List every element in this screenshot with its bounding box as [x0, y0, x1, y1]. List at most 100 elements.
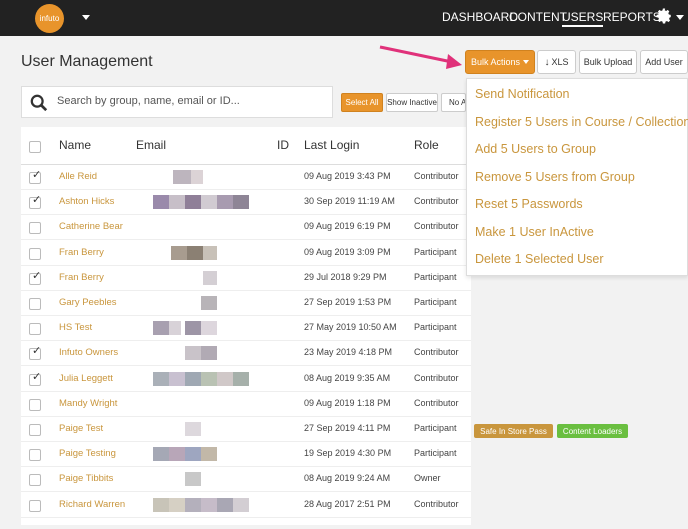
- user-name-link[interactable]: Catherine Bear: [59, 221, 123, 232]
- row-checkbox[interactable]: [29, 474, 41, 487]
- redaction-block: [169, 195, 185, 210]
- user-name-link[interactable]: Ashton Hicks: [59, 196, 114, 207]
- nav-dashboard[interactable]: DASHBOARD: [442, 10, 518, 24]
- settings-chevron-down-icon[interactable]: [676, 15, 684, 20]
- redaction-block: [203, 245, 217, 260]
- show-inactive-button[interactable]: Show Inactive: [386, 93, 438, 112]
- row-checkbox[interactable]: ✓: [29, 346, 41, 361]
- row-checkbox[interactable]: [29, 424, 41, 436]
- search-bar[interactable]: [21, 86, 333, 118]
- row-checkbox[interactable]: [29, 247, 41, 260]
- table-row[interactable]: ✓ Fran Berry 29 Jul 2018 9:29 PM Participan…: [21, 266, 471, 291]
- checkmark-icon: ✓: [32, 194, 42, 207]
- nav-content[interactable]: CONTENT: [509, 10, 567, 24]
- last-login: 09 Aug 2019 3:43 PM: [304, 171, 391, 181]
- table-row[interactable]: ✓ Alle Reid 09 Aug 2019 3:43 PM Contributor: [21, 165, 471, 190]
- row-checkbox[interactable]: [29, 449, 41, 462]
- select-all-checkbox[interactable]: [29, 141, 41, 153]
- page-title: User Management: [21, 53, 153, 70]
- nav-users[interactable]: USERS: [562, 10, 604, 27]
- user-name-link[interactable]: Alle Reid: [59, 171, 97, 182]
- menu-item-send-notification[interactable]: Send Notification: [475, 87, 570, 101]
- table-row[interactable]: HS Test 27 May 2019 10:50 AM Participant: [21, 316, 471, 342]
- table-row[interactable]: Paige Test 27 Sep 2019 4:11 PM Participant: [21, 417, 471, 442]
- user-name-link[interactable]: Paige Testing: [59, 448, 116, 459]
- redaction-block: [153, 447, 169, 462]
- user-name-link[interactable]: HS Test: [59, 322, 92, 333]
- redaction-block: [169, 497, 185, 512]
- table-row[interactable]: Gary Peebles 27 Sep 2019 1:53 PM Participa…: [21, 291, 471, 316]
- role: Contributor: [414, 196, 459, 207]
- last-login: 23 May 2019 4:18 PM: [304, 347, 393, 358]
- table-row[interactable]: Mandy Wright 09 Aug 2019 1:18 PM Contribut…: [21, 392, 471, 417]
- menu-item-add-to-group[interactable]: Add 5 Users to Group: [475, 142, 596, 156]
- nav-reports[interactable]: REPORTS: [603, 10, 661, 24]
- row-checkbox[interactable]: ✓: [29, 371, 41, 386]
- select-all-button[interactable]: Select All: [341, 93, 383, 112]
- logo[interactable]: infuto: [35, 4, 64, 33]
- table-header: Name Email ID Last Login Role: [21, 127, 471, 165]
- table-row[interactable]: Richard Warren 28 Aug 2017 2:51 PM Contrib…: [21, 493, 471, 518]
- table-row[interactable]: ✓ Ashton Hicks 30 Sep 2019 11:19 AM Contrib…: [21, 190, 471, 216]
- menu-item-delete-user[interactable]: Delete 1 Selected User: [475, 252, 604, 266]
- logo-chevron-down-icon[interactable]: [82, 15, 90, 20]
- menu-item-register-users[interactable]: Register 5 Users in Course / Collection: [475, 115, 688, 129]
- header-last-login[interactable]: Last Login: [304, 138, 359, 152]
- user-name-link[interactable]: Infuto Owners: [59, 347, 118, 358]
- role: Participant: [414, 246, 457, 257]
- header-role[interactable]: Role: [414, 138, 439, 152]
- bulk-actions-label: Bulk Actions: [470, 57, 521, 67]
- menu-item-reset-passwords[interactable]: Reset 5 Passwords: [475, 197, 583, 211]
- user-name-link[interactable]: Mandy Wright: [59, 398, 117, 409]
- search-input[interactable]: [57, 95, 327, 107]
- menu-item-make-inactive[interactable]: Make 1 User InActive: [475, 225, 594, 239]
- user-name-link[interactable]: Richard Warren: [59, 499, 125, 510]
- bulk-upload-button[interactable]: Bulk Upload: [579, 50, 637, 74]
- group-tag[interactable]: Safe In Store Pass: [474, 424, 553, 438]
- row-checkbox[interactable]: [29, 398, 41, 411]
- menu-item-remove-from-group[interactable]: Remove 5 Users from Group: [475, 170, 635, 184]
- row-checkbox[interactable]: [29, 298, 41, 310]
- header-email[interactable]: Email: [136, 138, 166, 152]
- row-checkbox[interactable]: [29, 222, 41, 235]
- table-row[interactable]: Paige Testing 19 Sep 2019 4:30 PM Particip…: [21, 442, 471, 468]
- redaction-block: [233, 371, 249, 386]
- download-arrow-icon: ↓: [544, 56, 550, 68]
- redaction-block: [153, 321, 169, 336]
- table-row[interactable]: ✓ Julia Leggett 08 Aug 2019 9:35 AM Contrib…: [21, 367, 471, 392]
- row-checkbox[interactable]: ✓: [29, 194, 42, 210]
- redaction-block: [169, 321, 181, 336]
- header-name[interactable]: Name: [59, 138, 91, 152]
- gear-icon[interactable]: [655, 7, 673, 25]
- row-checkbox[interactable]: ✓: [29, 170, 41, 184]
- group-tag[interactable]: Content Loaders: [557, 424, 628, 438]
- last-login: 27 May 2019 10:50 AM: [304, 322, 397, 333]
- bulk-actions-button[interactable]: Bulk Actions: [465, 50, 535, 74]
- redaction-block: [201, 195, 217, 210]
- table-row[interactable]: Fran Berry 09 Aug 2019 3:09 PM Participant: [21, 241, 471, 266]
- xls-export-button[interactable]: ↓ XLS: [537, 50, 576, 74]
- row-checkbox[interactable]: [29, 499, 41, 512]
- user-name-link[interactable]: Paige Tibbits: [59, 473, 113, 484]
- redaction-block: [153, 497, 169, 512]
- redaction-block: [185, 371, 201, 386]
- user-name-link[interactable]: Julia Leggett: [59, 373, 113, 384]
- logo-text: infuto: [39, 14, 60, 23]
- user-name-link[interactable]: Fran Berry: [59, 272, 104, 283]
- user-name-link[interactable]: Paige Test: [59, 423, 103, 434]
- header-id[interactable]: ID: [277, 138, 289, 152]
- redaction-block: [217, 497, 233, 512]
- table-row[interactable]: Paige Tibbits 08 Aug 2019 9:24 AM Owner: [21, 467, 471, 493]
- email-redacted: [131, 497, 261, 512]
- row-checkbox[interactable]: [29, 323, 41, 336]
- redaction-block: [185, 497, 201, 512]
- table-row[interactable]: ✓ Infuto Owners 23 May 2019 4:18 PM Contrib…: [21, 341, 471, 367]
- filter-truncated-button[interactable]: No As: [441, 93, 466, 112]
- add-user-button[interactable]: Add User: [640, 50, 688, 74]
- table-row[interactable]: Catherine Bear 09 Aug 2019 6:19 PM Contrib…: [21, 215, 471, 241]
- search-icon: [30, 94, 48, 112]
- row-checkbox[interactable]: ✓: [29, 270, 41, 285]
- user-name-link[interactable]: Fran Berry: [59, 247, 104, 258]
- last-login: 29 Jul 2018 9:29 PM: [304, 271, 387, 282]
- user-name-link[interactable]: Gary Peebles: [59, 297, 117, 308]
